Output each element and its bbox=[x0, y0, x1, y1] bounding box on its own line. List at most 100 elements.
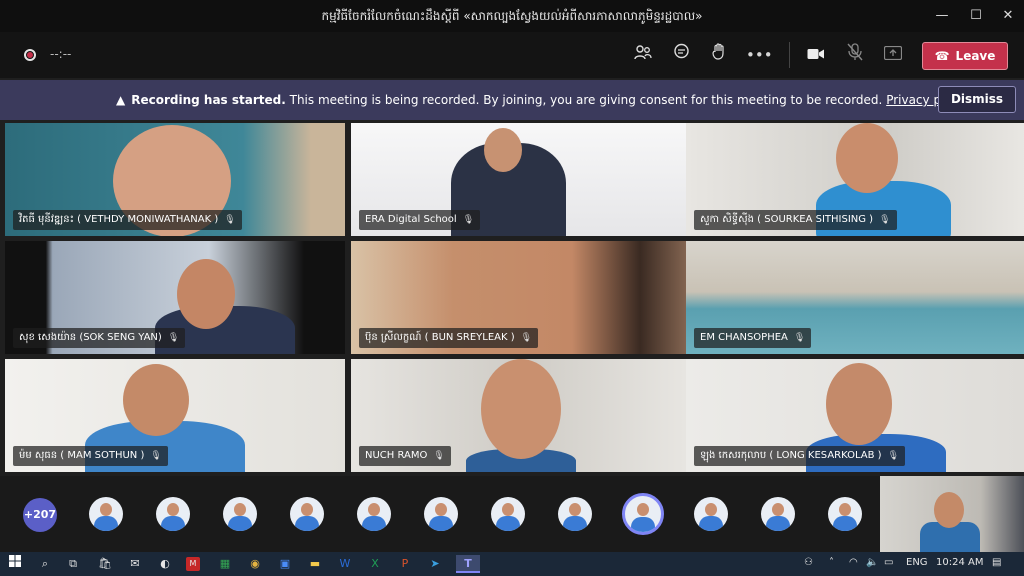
wifi-icon[interactable]: ◠ bbox=[849, 557, 858, 568]
chrome-icon[interactable]: ◉ bbox=[246, 555, 264, 573]
video-tile[interactable]: ម៉ម សុធន ( MAM SOTHUN ) 🎙 bbox=[5, 359, 345, 472]
participant-avatar[interactable] bbox=[290, 497, 324, 531]
mic-off-icon: 🎙 bbox=[879, 215, 891, 225]
chat-icon[interactable] bbox=[669, 43, 693, 67]
mic-off-icon[interactable] bbox=[843, 43, 867, 67]
more-icon[interactable]: ••• bbox=[746, 43, 773, 67]
teams-icon[interactable]: T bbox=[456, 555, 480, 573]
notifications-icon[interactable]: ▤ bbox=[992, 557, 1001, 568]
participant-name: សួកា សិទ្ធីស៊ីង ( SOURKEA SITHISING ) bbox=[700, 214, 874, 225]
window-title: កម្មវិធីចែករំលែកចំណេះដឹងស្តីពី «សាកល្បងស… bbox=[321, 9, 703, 23]
participant-face bbox=[836, 123, 898, 193]
sheets-icon[interactable]: ▦ bbox=[216, 555, 234, 573]
edge-icon[interactable]: ◐ bbox=[156, 555, 174, 573]
word-icon[interactable]: W bbox=[336, 555, 354, 573]
mic-off-icon: 🎙 bbox=[167, 333, 180, 343]
gmail-icon[interactable]: M bbox=[186, 557, 200, 571]
dismiss-button[interactable]: Dismiss bbox=[938, 86, 1016, 113]
warning-icon: ▲ bbox=[116, 93, 126, 107]
participant-label: ឡុង កេសរកុលាប ( LONG KESARKOLAB ) 🎙 bbox=[694, 446, 906, 466]
participant-name: ឡុង កេសរកុលាប ( LONG KESARKOLAB ) bbox=[700, 450, 882, 461]
participant-label: ប៊ុន ស្រីលក្ខណ៍ ( BUN SREYLEAK ) 🎙 bbox=[359, 328, 539, 348]
participant-name: ERA Digital School bbox=[365, 214, 457, 225]
video-tile[interactable]: NUCH RAMO 🎙 bbox=[351, 359, 691, 472]
close-button[interactable]: ✕ bbox=[992, 4, 1024, 28]
input-language[interactable]: ENG bbox=[906, 557, 928, 568]
participant-name: វិតធី មុនីវឌ្ឍនះ ( VETHDY MONIWATHANAK ) bbox=[19, 214, 219, 225]
participant-avatar[interactable] bbox=[828, 497, 862, 531]
recording-icon bbox=[24, 49, 36, 61]
search-icon[interactable]: ⌕ bbox=[36, 555, 54, 573]
participant-avatar[interactable] bbox=[424, 497, 458, 531]
banner-title: Recording has started. bbox=[131, 93, 286, 107]
excel-icon[interactable]: X bbox=[366, 555, 384, 573]
video-grid: វិតធី មុនីវឌ្ឍនះ ( VETHDY MONIWATHANAK )… bbox=[0, 120, 1024, 475]
participant-label: NUCH RAMO 🎙 bbox=[359, 446, 451, 466]
video-tile[interactable]: វិតធី មុនីវឌ្ឍនះ ( VETHDY MONIWATHANAK )… bbox=[5, 123, 345, 236]
participant-label: វិតធី មុនីវឌ្ឍនះ ( VETHDY MONIWATHANAK )… bbox=[13, 210, 242, 230]
windows-taskbar: ⌕ ⧉ 🛍 ✉ ◐ M ▦ ◉ ▣ ▬ W X P ➤ T ⚇ ˄ ◠ 🔈 ▭ … bbox=[0, 552, 1024, 576]
volume-icon[interactable]: 🔈 bbox=[866, 557, 878, 568]
mic-off-icon: 🎙 bbox=[433, 451, 445, 461]
participant-avatar[interactable] bbox=[491, 497, 525, 531]
video-tile[interactable]: ERA Digital School 🎙 bbox=[351, 123, 691, 236]
video-tile[interactable]: EM CHANSOPHEA 🎙 bbox=[686, 241, 1024, 354]
minimize-button[interactable]: — bbox=[926, 4, 958, 28]
share-icon[interactable] bbox=[881, 43, 905, 67]
participant-name: ម៉ម សុធន ( MAM SOTHUN ) bbox=[19, 450, 145, 461]
participant-avatar[interactable] bbox=[357, 497, 391, 531]
recording-banner: ▲ Recording has started. This meeting is … bbox=[0, 80, 1024, 120]
participant-avatar[interactable] bbox=[558, 497, 592, 531]
participant-strip: +207 bbox=[0, 476, 1024, 552]
powerpoint-icon[interactable]: P bbox=[396, 555, 414, 573]
video-tile[interactable]: ប៊ុន ស្រីលក្ខណ៍ ( BUN SREYLEAK ) 🎙 bbox=[351, 241, 691, 354]
leave-label: Leave bbox=[955, 49, 996, 63]
raise-hand-icon[interactable] bbox=[707, 43, 731, 67]
task-view-icon[interactable]: ⧉ bbox=[64, 555, 82, 573]
overflow-count-badge[interactable]: +207 bbox=[23, 498, 57, 532]
banner-message: ▲ Recording has started. This meeting is … bbox=[116, 93, 969, 107]
people-tray-icon[interactable]: ⚇ bbox=[804, 557, 813, 568]
file-explorer-icon[interactable]: ▬ bbox=[306, 555, 324, 573]
participant-face bbox=[481, 359, 561, 459]
mic-off-icon: 🎙 bbox=[793, 333, 806, 343]
maximize-button[interactable]: ☐ bbox=[960, 4, 992, 28]
video-tile[interactable]: ឡុង កេសរកុលាប ( LONG KESARKOLAB ) 🎙 bbox=[686, 359, 1024, 472]
meeting-timer: --:-- bbox=[50, 47, 72, 61]
camera-icon[interactable] bbox=[804, 43, 828, 67]
self-view-video[interactable] bbox=[880, 476, 1024, 552]
participant-name: ប៊ុន ស្រីលក្ខណ៍ ( BUN SREYLEAK ) bbox=[365, 332, 515, 343]
participant-label: EM CHANSOPHEA 🎙 bbox=[694, 328, 812, 348]
banner-text: This meeting is being recorded. By joini… bbox=[289, 93, 883, 107]
participant-avatar[interactable] bbox=[223, 497, 257, 531]
store-icon[interactable]: 🛍 bbox=[96, 555, 114, 573]
participant-label: សួកា សិទ្ធីស៊ីង ( SOURKEA SITHISING ) 🎙 bbox=[694, 210, 897, 230]
video-tile[interactable]: សួកា សិទ្ធីស៊ីង ( SOURKEA SITHISING ) 🎙 bbox=[686, 123, 1024, 236]
participant-avatar[interactable] bbox=[89, 497, 123, 531]
mail-icon[interactable]: ✉ bbox=[126, 555, 144, 573]
telegram-icon[interactable]: ➤ bbox=[426, 555, 444, 573]
mic-off-icon: 🎙 bbox=[520, 333, 533, 343]
chevron-up-icon[interactable]: ˄ bbox=[829, 557, 834, 568]
participant-avatar[interactable] bbox=[694, 497, 728, 531]
zoom-icon[interactable]: ▣ bbox=[276, 555, 294, 573]
video-tile[interactable]: សុខ សេងយ៉ាន (SOK SENG YAN) 🎙 bbox=[5, 241, 345, 354]
participant-face bbox=[826, 363, 892, 445]
participant-name: NUCH RAMO bbox=[365, 450, 428, 461]
people-icon[interactable] bbox=[631, 43, 655, 67]
clock[interactable]: 10:24 AM bbox=[936, 557, 983, 568]
hang-up-icon: ☎ bbox=[934, 49, 950, 63]
participant-face bbox=[484, 128, 522, 172]
leave-button[interactable]: ☎ Leave bbox=[922, 42, 1008, 70]
mic-off-icon: 🎙 bbox=[150, 451, 162, 461]
participant-label: ERA Digital School 🎙 bbox=[359, 210, 481, 230]
participant-avatar[interactable] bbox=[156, 497, 190, 531]
windows-start-icon[interactable] bbox=[6, 555, 24, 573]
participant-avatar-speaking[interactable] bbox=[622, 493, 664, 535]
participant-avatar[interactable] bbox=[761, 497, 795, 531]
mic-off-icon: 🎙 bbox=[887, 451, 900, 461]
title-bar: កម្មវិធីចែករំលែកចំណេះដឹងស្តីពី «សាកល្បងស… bbox=[0, 0, 1024, 32]
participant-face bbox=[123, 364, 189, 436]
battery-icon[interactable]: ▭ bbox=[884, 557, 893, 568]
mic-off-icon: 🎙 bbox=[462, 215, 475, 225]
